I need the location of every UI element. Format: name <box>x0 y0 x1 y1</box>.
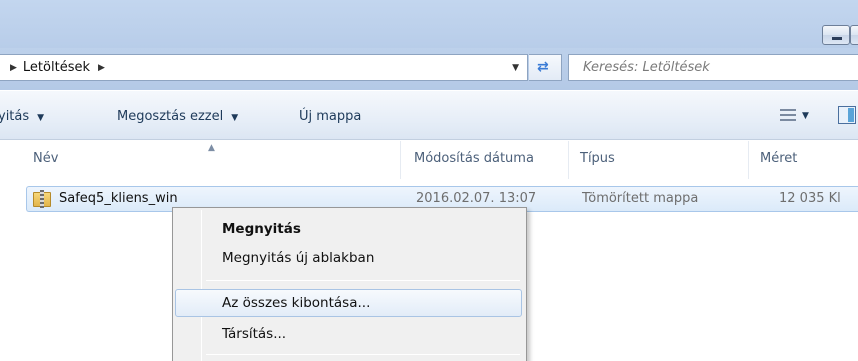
chevron-down-icon: ▼ <box>37 113 45 123</box>
sort-ascending-icon: ▲ <box>208 143 215 153</box>
column-header-type[interactable]: Típus <box>580 151 615 166</box>
search-box[interactable] <box>568 54 858 81</box>
column-header-modified[interactable]: Módosítás dátuma <box>414 151 534 166</box>
maximize-button[interactable] <box>850 25 858 45</box>
command-bar: yitás ▼ Megosztás ezzel ▼ Új mappa ▼ <box>0 90 858 140</box>
column-divider[interactable] <box>748 141 749 179</box>
file-name: Safeq5_kliens_win <box>59 191 178 206</box>
context-menu: Megnyitás Megnyitás új ablakban Az össze… <box>172 207 527 361</box>
address-history-dropdown[interactable]: ▼ <box>512 63 519 73</box>
new-folder-button[interactable]: Új mappa <box>299 109 361 124</box>
chevron-right-icon[interactable]: ▶ <box>98 63 105 73</box>
menu-item-open[interactable]: Megnyitás <box>175 215 522 243</box>
explorer-window: ▶ Letöltések ▶ ▼ ⇄ yitás ▼ Megosztás ezze… <box>0 0 858 361</box>
search-input[interactable] <box>569 55 858 80</box>
menu-separator <box>206 354 520 355</box>
file-type: Tömörített mappa <box>582 191 699 206</box>
column-header-size[interactable]: Méret <box>760 151 797 166</box>
menu-item-extract-all[interactable]: Az összes kibontása... <box>175 289 522 317</box>
navigation-bar: ▶ Letöltések ▶ ▼ ⇄ <box>0 48 858 90</box>
new-folder-label: Új mappa <box>299 109 362 124</box>
address-bar[interactable]: ▶ Letöltések ▶ ▼ <box>0 54 528 81</box>
minimize-icon <box>832 37 842 40</box>
column-divider[interactable] <box>568 141 569 179</box>
view-list-icon[interactable] <box>780 107 796 123</box>
chevron-down-icon: ▼ <box>231 113 239 123</box>
share-with-label: Megosztás ezzel <box>117 109 224 124</box>
column-divider[interactable] <box>400 141 401 179</box>
chevron-right-icon[interactable]: ▶ <box>10 63 17 73</box>
menu-item-open-new-window[interactable]: Megnyitás új ablakban <box>175 244 522 272</box>
title-bar <box>0 0 858 48</box>
file-size: 12 035 Kl <box>779 191 841 206</box>
column-header-name[interactable]: Név <box>33 151 58 166</box>
menu-separator <box>206 280 520 281</box>
refresh-icon: ⇄ <box>537 59 549 75</box>
file-modified: 2016.02.07. 13:07 <box>416 191 537 206</box>
open-button-label: yitás <box>0 109 30 124</box>
minimize-button[interactable] <box>822 25 850 45</box>
view-options-dropdown[interactable]: ▼ <box>802 111 809 121</box>
share-with-button[interactable]: Megosztás ezzel ▼ <box>117 109 238 124</box>
zip-folder-icon <box>33 190 51 208</box>
menu-item-associate[interactable]: Társítás... <box>175 320 522 348</box>
open-button[interactable]: yitás ▼ <box>0 109 44 124</box>
refresh-button[interactable]: ⇄ <box>529 54 562 81</box>
breadcrumb-letoltesek[interactable]: Letöltések <box>23 60 90 75</box>
preview-pane-icon[interactable] <box>838 106 856 124</box>
column-header-row: ▲ Név Módosítás dátuma Típus Méret <box>0 141 858 179</box>
